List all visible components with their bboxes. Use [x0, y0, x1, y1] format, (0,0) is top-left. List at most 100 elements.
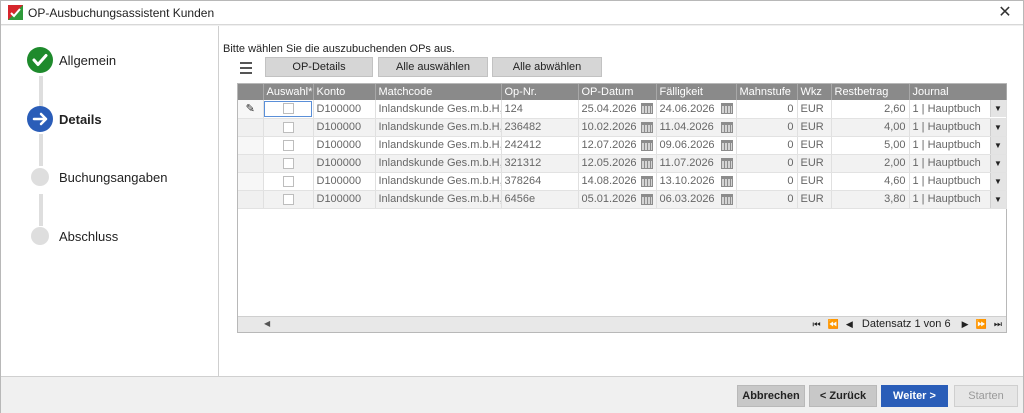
calendar-icon[interactable]	[720, 175, 733, 187]
start-button[interactable]: Starten	[954, 385, 1018, 407]
column-header[interactable]: Op-Nr.	[501, 84, 579, 100]
column-header[interactable]: Mahnstufe	[736, 84, 798, 100]
next-page-icon[interactable]: ⏩	[976, 319, 987, 330]
cell-restbetrag[interactable]: 4,60	[831, 172, 910, 191]
cell-journal[interactable]: 1 | Hauptbuch ▼	[909, 100, 1007, 119]
calendar-icon[interactable]	[640, 121, 653, 133]
row-header[interactable]	[238, 118, 264, 137]
cell-opnr[interactable]: 236482	[501, 118, 579, 137]
selection-cell[interactable]	[263, 190, 314, 209]
calendar-icon[interactable]	[640, 139, 653, 151]
calendar-icon[interactable]	[640, 193, 653, 205]
cell-matchcode[interactable]: Inlandskunde Ges.m.b.H, G...	[375, 190, 502, 209]
cell-konto[interactable]: D100000	[313, 136, 376, 155]
cell-konto[interactable]: D100000	[313, 100, 376, 119]
back-button[interactable]: < Zurück	[809, 385, 877, 407]
cell-restbetrag[interactable]: 5,00	[831, 136, 910, 155]
cell-restbetrag[interactable]: 3,80	[831, 190, 910, 209]
selection-checkbox[interactable]	[282, 121, 294, 133]
column-header[interactable]: OP-Datum	[578, 84, 657, 100]
column-header[interactable]: Wkz	[797, 84, 832, 100]
cell-journal[interactable]: 1 | Hauptbuch ▼	[909, 172, 1007, 191]
selection-checkbox[interactable]	[282, 157, 294, 169]
row-header[interactable]	[238, 154, 264, 173]
cell-journal[interactable]: 1 | Hauptbuch ▼	[909, 190, 1007, 209]
calendar-icon[interactable]	[640, 157, 653, 169]
calendar-icon[interactable]	[720, 193, 733, 205]
cell-faelligkeit[interactable]: 13.10.2026	[656, 172, 737, 191]
cell-opnr[interactable]: 6456e	[501, 190, 579, 209]
selection-checkbox[interactable]	[282, 175, 294, 187]
cell-matchcode[interactable]: Inlandskunde Ges.m.b.H, G...	[375, 136, 502, 155]
cell-journal[interactable]: 1 | Hauptbuch ▼	[909, 136, 1007, 155]
cell-opnr[interactable]: 378264	[501, 172, 579, 191]
chevron-down-icon[interactable]: ▼	[989, 190, 1005, 207]
select-all-button[interactable]: Alle auswählen	[378, 57, 488, 77]
cell-mahnstufe[interactable]: 0	[736, 100, 798, 119]
cell-wkz[interactable]: EUR	[797, 100, 832, 119]
cell-wkz[interactable]: EUR	[797, 190, 832, 209]
selection-cell[interactable]	[263, 172, 314, 191]
column-header[interactable]: Fälligkeit	[656, 84, 737, 100]
previous-page-icon[interactable]: ⏪	[828, 319, 839, 330]
calendar-icon[interactable]	[720, 103, 733, 114]
cell-opnr[interactable]: 242412	[501, 136, 579, 155]
cell-opdatum[interactable]: 25.04.2026	[578, 100, 657, 119]
selection-checkbox[interactable]	[282, 139, 294, 151]
last-page-icon[interactable]: ⏭	[994, 319, 1002, 330]
cell-konto[interactable]: D100000	[313, 154, 376, 173]
selection-cell[interactable]	[263, 118, 314, 137]
cell-wkz[interactable]: EUR	[797, 118, 832, 137]
table-row[interactable]: D100000 Inlandskunde Ges.m.b.H, G... 236…	[238, 118, 1007, 137]
table-row[interactable]: D100000 Inlandskunde Ges.m.b.H, G... 242…	[238, 136, 1007, 155]
cell-journal[interactable]: 1 | Hauptbuch ▼	[909, 154, 1007, 173]
table-row[interactable]: ✎ D100000 Inlandskunde Ges.m.b.H, G... 1…	[238, 100, 1007, 119]
table-row[interactable]: D100000 Inlandskunde Ges.m.b.H, G... 645…	[238, 190, 1007, 209]
calendar-icon[interactable]	[640, 175, 653, 187]
next-record-icon[interactable]: ▶	[962, 319, 969, 330]
cell-opdatum[interactable]: 12.05.2026	[578, 154, 657, 173]
row-header[interactable]	[238, 172, 264, 191]
column-header[interactable]: Auswahl*	[263, 84, 314, 100]
selection-cell[interactable]	[263, 154, 314, 173]
row-header[interactable]: ✎	[238, 100, 264, 119]
cell-matchcode[interactable]: Inlandskunde Ges.m.b.H, G...	[375, 172, 502, 191]
cell-restbetrag[interactable]: 4,00	[831, 118, 910, 137]
cell-konto[interactable]: D100000	[313, 190, 376, 209]
selection-checkbox[interactable]	[282, 103, 294, 115]
column-header[interactable]: Konto	[313, 84, 376, 100]
cell-opdatum[interactable]: 12.07.2026	[578, 136, 657, 155]
calendar-icon[interactable]	[720, 139, 733, 151]
hamburger-menu-icon[interactable]	[237, 57, 255, 77]
selection-cell[interactable]	[263, 100, 314, 119]
cell-matchcode[interactable]: Inlandskunde Ges.m.b.H, G...	[375, 118, 502, 137]
scroll-left-icon[interactable]: ◀	[264, 319, 270, 328]
calendar-icon[interactable]	[720, 121, 733, 133]
chevron-down-icon[interactable]: ▼	[989, 100, 1005, 117]
cancel-button[interactable]: Abbrechen	[737, 385, 805, 407]
calendar-icon[interactable]	[720, 157, 733, 169]
selection-cell[interactable]	[263, 136, 314, 155]
previous-record-icon[interactable]: ◀	[846, 319, 853, 330]
cell-faelligkeit[interactable]: 24.06.2026	[656, 100, 737, 119]
cell-opdatum[interactable]: 05.01.2026	[578, 190, 657, 209]
table-row[interactable]: D100000 Inlandskunde Ges.m.b.H, G... 321…	[238, 154, 1007, 173]
cell-mahnstufe[interactable]: 0	[736, 118, 798, 137]
calendar-icon[interactable]	[640, 103, 653, 114]
deselect-all-button[interactable]: Alle abwählen	[492, 57, 602, 77]
cell-wkz[interactable]: EUR	[797, 136, 832, 155]
cell-opdatum[interactable]: 14.08.2026	[578, 172, 657, 191]
cell-mahnstufe[interactable]: 0	[736, 172, 798, 191]
cell-mahnstufe[interactable]: 0	[736, 190, 798, 209]
next-button[interactable]: Weiter >	[881, 385, 948, 407]
chevron-down-icon[interactable]: ▼	[989, 118, 1005, 135]
cell-mahnstufe[interactable]: 0	[736, 136, 798, 155]
cell-restbetrag[interactable]: 2,60	[831, 100, 910, 119]
cell-faelligkeit[interactable]: 06.03.2026	[656, 190, 737, 209]
cell-opdatum[interactable]: 10.02.2026	[578, 118, 657, 137]
selection-checkbox[interactable]	[282, 193, 294, 205]
cell-konto[interactable]: D100000	[313, 118, 376, 137]
op-details-button[interactable]: OP-Details	[265, 57, 373, 77]
row-header[interactable]	[238, 136, 264, 155]
cell-faelligkeit[interactable]: 09.06.2026	[656, 136, 737, 155]
